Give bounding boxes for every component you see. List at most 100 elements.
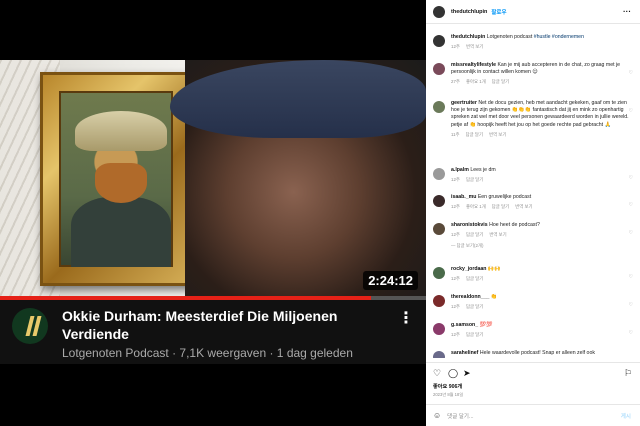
add-comment-bar: ☺ 댓글 달기... 게시	[426, 404, 640, 426]
like-count[interactable]: 좋아요 906개	[433, 383, 462, 390]
reply-button[interactable]: 답글 달기	[466, 232, 483, 237]
translate-link[interactable]: 번역 보기	[489, 232, 506, 237]
comment-like-icon[interactable]: ♡	[629, 302, 633, 308]
caption-username[interactable]: thedutchlupin	[451, 34, 485, 40]
comment-like-icon[interactable]: ♡	[629, 70, 633, 76]
bookmark-icon[interactable]: ⚐	[624, 368, 632, 379]
comment-text: Een gruwelijke podcast	[477, 194, 532, 200]
channel-avatar[interactable]	[12, 308, 48, 344]
comment-item: sarahelinef Hele waardevolle podcast! Sn…	[433, 350, 635, 358]
translate-link[interactable]: 번역 보기	[466, 44, 483, 49]
emoji-icon[interactable]: ☺	[433, 411, 441, 420]
reply-button[interactable]: 답글 달기	[466, 276, 483, 281]
reply-button[interactable]: 답글 달기	[492, 79, 509, 84]
more-options-icon[interactable]: ···	[623, 7, 631, 16]
video-thumbnail[interactable]: 2:24:12	[0, 60, 426, 300]
comment-time: 12주	[451, 204, 460, 210]
comment-item: therealdonn___ 👏 12주 답글 달기 ♡	[433, 294, 635, 310]
comment-time: 27주	[451, 79, 460, 85]
comment-username[interactable]: a.lpalm	[451, 167, 469, 173]
comment-username[interactable]: sharonistokvis	[451, 222, 488, 228]
video-meta: Lotgenoten Podcast · 7,1K weergaven · 1 …	[62, 346, 353, 360]
video-title[interactable]: Okkie Durham: Meesterdief Die Miljoenen …	[62, 307, 362, 343]
comment-icon[interactable]: ◯	[448, 368, 458, 379]
comment-time: 12주	[451, 177, 460, 183]
comment-like-icon[interactable]: ♡	[629, 330, 633, 336]
avatar[interactable]	[433, 323, 445, 335]
avatar[interactable]	[433, 295, 445, 307]
comment-text: Hoe heet de podcast?	[489, 222, 540, 228]
reply-button[interactable]: 답글 달기	[466, 304, 483, 309]
comment-text: 💯💯	[479, 322, 493, 328]
comment-input[interactable]: 댓글 달기...	[447, 412, 473, 420]
comment-username[interactable]: geertruiter	[451, 100, 477, 106]
comment-item: geertruiter Net de docu gezien, heb met …	[433, 100, 635, 138]
comment-item: g.samson_ 💯💯 12주 답글 달기 ♡	[433, 322, 635, 338]
avatar[interactable]	[433, 267, 445, 279]
comment-text: Lees je dm	[470, 167, 496, 173]
avatar[interactable]	[433, 195, 445, 207]
avatar[interactable]	[433, 101, 445, 113]
painting-coat	[71, 197, 171, 267]
comment-username[interactable]: missrealtylifestyle	[451, 62, 496, 68]
reply-button[interactable]: 답글 달기	[466, 177, 483, 182]
caption: thedutchlupin Lotgenoten podcast #hustle…	[433, 34, 635, 50]
follow-button[interactable]: 팔로우	[491, 8, 506, 16]
comment-like-icon[interactable]: ♡	[629, 108, 633, 114]
reply-button[interactable]: 답글 달기	[492, 204, 509, 209]
comment-like-icon[interactable]: ♡	[629, 274, 633, 280]
reply-button[interactable]: 답글 달기	[466, 332, 483, 337]
comment-username[interactable]: isaab._mu	[451, 194, 476, 200]
avatar[interactable]	[433, 5, 445, 18]
comment-text: Hele waardevolle podcast! Snap er alleen…	[479, 350, 595, 356]
van-gogh-painting	[59, 91, 173, 267]
comment-like-icon[interactable]: ♡	[629, 202, 633, 208]
comment-text: 👏	[490, 294, 498, 300]
comment-likes[interactable]: 좋아요 1개	[466, 204, 486, 209]
share-icon[interactable]: ➤	[463, 368, 471, 379]
comment-time: 12주	[451, 276, 460, 282]
comment-username[interactable]: therealdonn___	[451, 294, 489, 300]
caption-hashtags[interactable]: #hustle #ondernemen	[534, 34, 584, 40]
post-username[interactable]: thedutchlupin	[451, 9, 487, 15]
more-vertical-icon[interactable]: ⋮	[398, 308, 414, 328]
comment-username[interactable]: rocky_jordaan	[451, 266, 486, 272]
comment-item: sharonistokvis Hoe heet de podcast? 12주답…	[433, 222, 635, 249]
comment-username[interactable]: g.samson_	[451, 322, 478, 328]
post-header: thedutchlupin 팔로우 ···	[426, 0, 640, 24]
comment-item: isaab._mu Een gruwelijke podcast 12주 좋아요 …	[433, 194, 635, 210]
comment-time: 12주	[451, 304, 460, 310]
comment-text: Net de docu gezien, heb met aandacht gek…	[451, 100, 629, 128]
video-info: Okkie Durham: Meesterdief Die Miljoenen …	[0, 300, 426, 364]
painting-beard	[95, 163, 147, 203]
comment-time: 12주	[451, 232, 460, 238]
caption-time: 12주	[451, 44, 460, 50]
video-duration: 2:24:12	[363, 271, 418, 290]
post-date: 2023년 8월 18일	[433, 392, 464, 397]
translate-link[interactable]: 번역 보기	[515, 204, 532, 209]
post-comment-button[interactable]: 게시	[621, 412, 631, 420]
post-actions: ♡ ◯ ➤ ⚐ 좋아요 906개 2023년 8월 18일	[426, 362, 640, 402]
comment-item: missrealtylifestyle Kan je mij aub accep…	[433, 62, 635, 85]
comment-like-icon[interactable]: ♡	[629, 175, 633, 181]
heart-icon[interactable]: ♡	[433, 368, 441, 379]
avatar[interactable]	[433, 351, 445, 358]
caption-text: Lotgenoten podcast	[486, 34, 534, 40]
view-replies-label: 답글 보기(2개)	[456, 243, 484, 249]
avatar[interactable]	[433, 35, 445, 47]
comment-like-icon[interactable]: ♡	[629, 230, 633, 236]
translate-link[interactable]: 번역 보기	[489, 132, 506, 137]
comment-time: 11주	[451, 131, 460, 137]
comment-likes[interactable]: 좋아요 1개	[466, 79, 486, 84]
avatar[interactable]	[433, 223, 445, 235]
comment-item: rocky_jordaan 🙌🙌 12주 답글 달기 ♡	[433, 266, 635, 282]
comment-username[interactable]: sarahelinef	[451, 350, 478, 356]
painting-hat	[75, 111, 167, 151]
comment-item: a.lpalm Lees je dm 12주 답글 달기 ♡	[433, 167, 635, 183]
view-replies-button[interactable]: — 답글 보기(2개)	[451, 243, 635, 249]
avatar[interactable]	[433, 63, 445, 75]
avatar[interactable]	[433, 168, 445, 180]
comment-time: 12주	[451, 332, 460, 338]
reply-button[interactable]: 답글 달기	[466, 132, 483, 137]
post-media: 2:24:12 Okkie Durham: Meesterdief Die Mi…	[0, 0, 426, 426]
